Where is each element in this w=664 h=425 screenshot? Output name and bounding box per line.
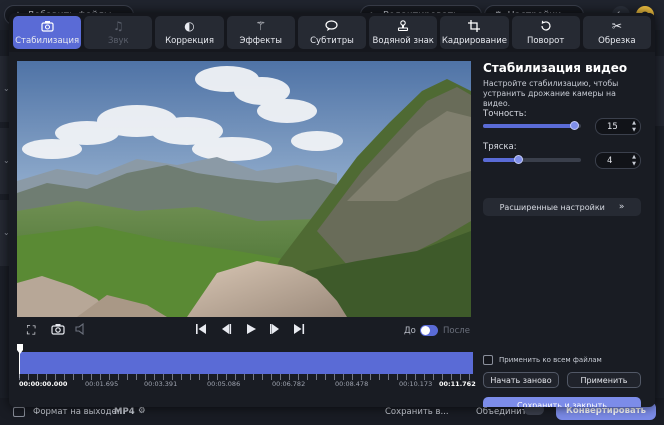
play-icon[interactable] <box>245 323 257 339</box>
contrast-icon: ◐ <box>184 18 195 33</box>
tab-correction[interactable]: ◐ Коррекция <box>155 16 224 49</box>
accuracy-slider-handle[interactable] <box>570 121 580 130</box>
video-editor-modal: Стабилизация ♫ Звук ◐ Коррекция ⚚ Эффект… <box>9 13 655 407</box>
shake-stepper[interactable]: 4 ▲ ▼ <box>595 152 641 169</box>
panel-title: Стабилизация видео <box>483 61 628 75</box>
editor-toolbar: Стабилизация ♫ Звук ◐ Коррекция ⚚ Эффект… <box>9 13 655 52</box>
tab-stabilization[interactable]: Стабилизация <box>13 16 82 49</box>
format-icon[interactable] <box>13 407 25 417</box>
video-preview[interactable] <box>17 61 471 317</box>
tab-rotate[interactable]: Поворот <box>511 16 580 49</box>
player-controls: ⛶ До После <box>17 319 473 343</box>
tick-label: 00:00:00.000 <box>19 380 68 388</box>
stabilization-camera-icon <box>41 20 54 32</box>
accuracy-stepper[interactable]: 15 ▲ ▼ <box>595 118 641 135</box>
apply-all-label: Применить ко всем файлам <box>499 356 602 364</box>
shake-value: 4 <box>607 155 613 166</box>
tick-label: 00:01.695 <box>85 380 119 388</box>
tab-effects[interactable]: ⚚ Эффекты <box>226 16 295 49</box>
apply-all-checkbox[interactable] <box>483 355 493 365</box>
tick-label: 00:05.086 <box>207 380 241 388</box>
shake-slider-handle[interactable] <box>514 155 524 164</box>
before-after-toggle[interactable] <box>420 325 438 336</box>
skip-end-icon[interactable] <box>293 323 305 339</box>
advanced-settings-button[interactable]: Расширенные настройки » <box>483 198 641 216</box>
skip-start-icon[interactable] <box>195 323 207 339</box>
before-label: До <box>404 326 416 336</box>
tick-label: 00:03.391 <box>144 380 178 388</box>
accuracy-label: Точность: <box>483 109 527 119</box>
tab-trim[interactable]: ✂ Обрезка <box>582 16 651 49</box>
scissors-icon: ✂ <box>611 18 622 33</box>
magic-wand-icon: ⚚ <box>255 18 267 33</box>
next-frame-icon[interactable] <box>269 323 281 339</box>
video-frame-image <box>17 61 471 317</box>
volume-icon[interactable] <box>75 322 87 339</box>
music-note-icon: ♫ <box>112 18 124 33</box>
crop-icon <box>468 19 481 32</box>
tab-watermark[interactable]: Водяной знак <box>369 16 438 49</box>
accuracy-value: 15 <box>607 121 618 132</box>
apply-button[interactable]: Применить <box>567 372 641 388</box>
stepper-arrows-icon[interactable]: ▲ ▼ <box>632 154 636 168</box>
tick-label: 00:08.478 <box>335 380 369 388</box>
speech-bubble-icon <box>325 19 339 32</box>
tick-label: 00:10.173 <box>399 380 433 388</box>
output-format-value[interactable]: MP4 <box>114 407 135 417</box>
tick-label: 00:06.782 <box>272 380 306 388</box>
rotate-icon <box>540 20 552 32</box>
timeline-track[interactable] <box>19 352 473 374</box>
timeline[interactable]: 00:00:00.000 00:01.695 00:03.391 00:05.0… <box>17 344 476 394</box>
accuracy-slider-fill <box>483 124 575 128</box>
stamp-icon <box>397 19 409 32</box>
shake-slider-fill <box>483 158 519 162</box>
apply-all-row[interactable]: Применить ко всем файлам <box>483 355 602 365</box>
save-in-button[interactable]: Сохранить в... <box>385 407 449 417</box>
format-settings-icon[interactable]: ⚙ <box>138 406 146 416</box>
save-and-close-button[interactable]: Сохранить и закрыть <box>483 397 641 407</box>
snapshot-camera-icon[interactable] <box>51 323 65 339</box>
tab-subtitles[interactable]: Субтитры <box>297 16 367 49</box>
panel-description: Настройте стабилизацию, чтобы устранить … <box>483 79 619 108</box>
fullscreen-icon[interactable]: ⛶ <box>27 323 35 337</box>
tab-sound: ♫ Звук <box>84 16 153 49</box>
accuracy-slider[interactable] <box>483 121 581 130</box>
shake-slider[interactable] <box>483 155 581 164</box>
reset-button[interactable]: Начать заново <box>483 372 559 388</box>
after-label: После <box>443 326 470 336</box>
shake-label: Тряска: <box>483 142 517 152</box>
stepper-arrows-icon[interactable]: ▲ ▼ <box>632 120 636 134</box>
double-chevron-down-icon: » <box>618 202 625 212</box>
previous-frame-icon[interactable] <box>220 323 232 339</box>
tab-crop[interactable]: Кадрирование <box>440 16 509 49</box>
output-format-label: Формат на выходе: <box>33 407 120 417</box>
tick-label: 00:11.762 <box>439 380 476 388</box>
